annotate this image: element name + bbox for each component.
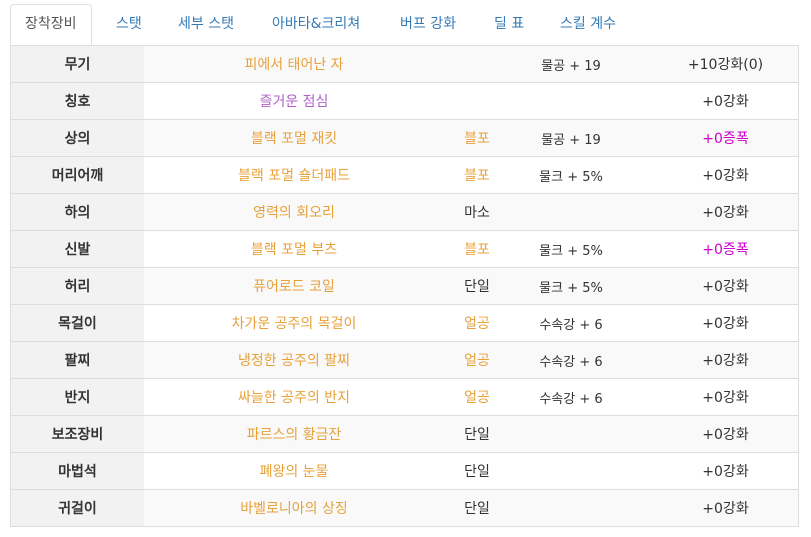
enhance-level: +0강화 <box>702 94 749 110</box>
slot-label: 칭호 <box>11 83 144 119</box>
item-option: 물크 + 5% <box>539 243 603 259</box>
table-row: 상의 블랙 포멀 재킷 블포 물공 + 19 +0증폭 <box>11 119 798 156</box>
set-name: 블포 <box>464 168 490 184</box>
item-name: 영력의 회오리 <box>253 205 335 221</box>
item-option <box>510 490 632 526</box>
set-name: 블포 <box>464 131 490 147</box>
tab-buff-enhance[interactable]: 버프 강화 <box>400 4 456 44</box>
slot-label: 상의 <box>11 120 144 156</box>
enhance-level: +0강화 <box>702 464 749 480</box>
enhance-level: +0강화 <box>702 501 749 517</box>
item-option: 수속강 + 6 <box>539 317 603 333</box>
item-name: 즐거운 점심 <box>259 94 329 110</box>
item-option: 물공 + 19 <box>541 58 601 74</box>
enhance-level: +0강화 <box>702 205 749 221</box>
item-option <box>510 453 632 489</box>
table-row: 마법석 폐왕의 눈물 단일 +0강화 <box>11 452 798 489</box>
table-row: 귀걸이 바벨로니아의 상징 단일 +0강화 <box>11 489 798 526</box>
item-option: 수속강 + 6 <box>539 354 603 370</box>
set-name <box>444 46 510 82</box>
item-option: 수속강 + 6 <box>539 391 603 407</box>
set-name: 마소 <box>464 205 490 221</box>
slot-label: 반지 <box>11 379 144 415</box>
set-name: 단일 <box>464 279 490 295</box>
set-name: 블포 <box>464 242 490 258</box>
enhance-level: +0강화 <box>702 427 749 443</box>
slot-label: 귀걸이 <box>11 490 144 526</box>
slot-label: 허리 <box>11 268 144 304</box>
enhance-level: +0증폭 <box>702 131 749 147</box>
set-name: 단일 <box>464 427 490 443</box>
slot-label: 신발 <box>11 231 144 267</box>
set-name: 얼공 <box>464 390 490 406</box>
slot-label: 무기 <box>11 46 144 82</box>
tab-equipment[interactable]: 장착장비 <box>10 4 92 45</box>
tab-bar: 장착장비 스탯 세부 스탯 아바타&크리쳐 버프 강화 딜 표 스킬 계수 <box>10 4 799 46</box>
enhance-level: +0강화 <box>702 316 749 332</box>
item-option <box>510 83 632 119</box>
equipment-table: 무기 피에서 태어난 자 물공 + 19 +10강화(0) 칭호 즐거운 점심 +0강화 상의… <box>10 46 799 527</box>
table-row: 신발 블랙 포멀 부츠 블포 물크 + 5% +0증폭 <box>11 230 798 267</box>
enhance-level: +0증폭 <box>702 242 749 258</box>
item-option <box>510 194 632 230</box>
item-name: 바벨로니아의 상징 <box>240 501 348 517</box>
item-name: 파르스의 황금잔 <box>246 427 342 443</box>
enhance-level: +0강화 <box>702 390 749 406</box>
item-option <box>510 416 632 452</box>
table-row: 팔찌 냉정한 공주의 팔찌 얼공 수속강 + 6 +0강화 <box>11 341 798 378</box>
enhance-level: +0강화 <box>702 279 749 295</box>
tab-damage-table[interactable]: 딜 표 <box>494 4 524 44</box>
tab-avatar-creature[interactable]: 아바타&크리쳐 <box>272 4 360 44</box>
table-row: 칭호 즐거운 점심 +0강화 <box>11 82 798 119</box>
table-row: 보조장비 파르스의 황금잔 단일 +0강화 <box>11 415 798 452</box>
item-name: 블랙 포멀 재킷 <box>250 131 338 147</box>
item-option: 물공 + 19 <box>541 132 601 148</box>
item-option: 물크 + 5% <box>539 280 603 296</box>
enhance-level: +0강화 <box>702 168 749 184</box>
enhance-level: +0강화 <box>702 353 749 369</box>
slot-label: 목걸이 <box>11 305 144 341</box>
item-option: 물크 + 5% <box>539 169 603 185</box>
slot-label: 하의 <box>11 194 144 230</box>
slot-label: 보조장비 <box>11 416 144 452</box>
item-name: 블랙 포멀 숄더패드 <box>238 168 350 184</box>
slot-label: 마법석 <box>11 453 144 489</box>
set-name: 단일 <box>464 501 490 517</box>
item-name: 냉정한 공주의 팔찌 <box>238 353 350 369</box>
item-name: 퓨어로드 코일 <box>253 279 335 295</box>
set-name: 얼공 <box>464 316 490 332</box>
set-name <box>444 83 510 119</box>
table-row: 허리 퓨어로드 코일 단일 물크 + 5% +0강화 <box>11 267 798 304</box>
slot-label: 팔찌 <box>11 342 144 378</box>
item-name: 싸늘한 공주의 반지 <box>238 390 350 406</box>
tab-stats[interactable]: 스탯 <box>116 4 142 44</box>
table-row: 머리어깨 블랙 포멀 숄더패드 블포 물크 + 5% +0강화 <box>11 156 798 193</box>
item-name: 블랙 포멀 부츠 <box>250 242 338 258</box>
set-name: 단일 <box>464 464 490 480</box>
slot-label: 머리어깨 <box>11 157 144 193</box>
table-row: 목걸이 차가운 공주의 목걸이 얼공 수속강 + 6 +0강화 <box>11 304 798 341</box>
item-name: 차가운 공주의 목걸이 <box>231 316 357 332</box>
tab-detail-stats[interactable]: 세부 스탯 <box>178 4 234 44</box>
table-row: 무기 피에서 태어난 자 물공 + 19 +10강화(0) <box>11 46 798 82</box>
tab-skill-coefficient[interactable]: 스킬 계수 <box>560 4 616 44</box>
item-name: 폐왕의 눈물 <box>259 464 329 480</box>
item-name: 피에서 태어난 자 <box>244 57 344 73</box>
enhance-level: +10강화(0) <box>687 57 764 73</box>
set-name: 얼공 <box>464 353 490 369</box>
table-row: 하의 영력의 회오리 마소 +0강화 <box>11 193 798 230</box>
table-row: 반지 싸늘한 공주의 반지 얼공 수속강 + 6 +0강화 <box>11 378 798 415</box>
